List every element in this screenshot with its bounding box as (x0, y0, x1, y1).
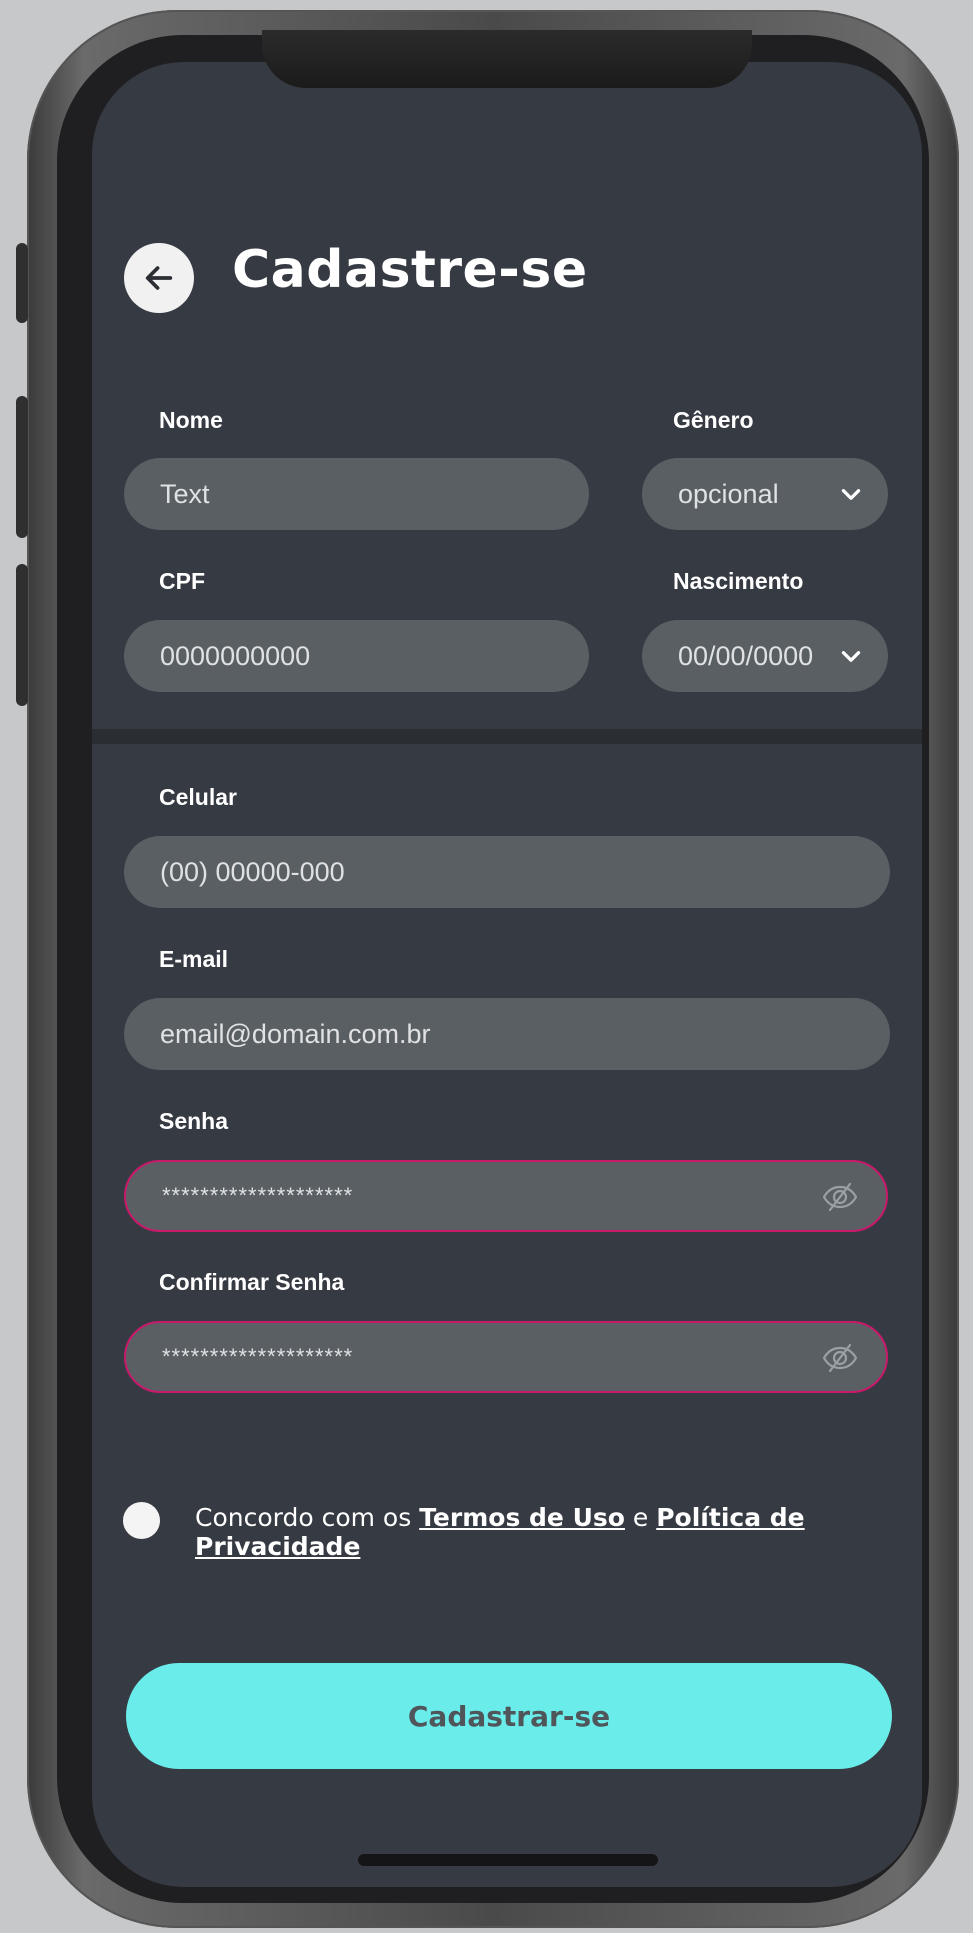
nascimento-select[interactable]: 00/00/0000 (642, 620, 888, 692)
celular-input[interactable]: (00) 00000-000 (124, 836, 890, 908)
volume-down-button (16, 564, 28, 706)
chevron-down-icon (841, 489, 861, 500)
section-divider (92, 729, 922, 744)
nascimento-value: 00/00/0000 (678, 640, 814, 671)
volume-up-button (16, 396, 28, 538)
cpf-value: 0000000000 (160, 640, 311, 671)
senha-value: ******************** (162, 1183, 354, 1208)
email-input[interactable]: email@domain.com.br (124, 998, 890, 1070)
genero-label: Gênero (673, 407, 754, 433)
side-button (16, 243, 28, 323)
back-button[interactable] (124, 243, 194, 313)
nome-value: Text (160, 478, 210, 509)
cpf-label: CPF (159, 568, 205, 594)
terms-joiner: e (624, 1503, 657, 1532)
nome-input[interactable]: Text (124, 458, 589, 530)
senha-input[interactable]: ******************** (124, 1160, 888, 1232)
home-indicator (358, 1854, 658, 1866)
genero-select[interactable]: opcional (642, 458, 888, 530)
confirmar-senha-value: ******************** (162, 1344, 354, 1369)
confirmar-senha-label: Confirmar Senha (159, 1269, 345, 1295)
genero-value: opcional (678, 478, 779, 509)
cpf-input[interactable]: 0000000000 (124, 620, 589, 692)
celular-label: Celular (159, 784, 237, 810)
eye-off-icon[interactable] (820, 1180, 860, 1214)
app-screen (92, 62, 922, 1887)
terms-checkbox[interactable] (123, 1502, 160, 1539)
terms-of-use-link[interactable]: Termos de Uso (419, 1503, 625, 1532)
nome-label: Nome (159, 407, 223, 433)
nascimento-label: Nascimento (673, 568, 804, 594)
celular-value: (00) 00000-000 (160, 856, 345, 887)
chevron-down-icon (841, 651, 861, 662)
phone-notch (262, 30, 752, 88)
page-title: Cadastre-se (232, 240, 588, 300)
terms-prefix: Concordo com os (195, 1503, 420, 1532)
submit-button[interactable]: Cadastrar-se (126, 1663, 892, 1769)
senha-label: Senha (159, 1108, 229, 1134)
terms-text: Concordo com os Termos de Uso e Política… (195, 1503, 973, 1561)
email-value: email@domain.com.br (160, 1018, 431, 1049)
eye-off-icon[interactable] (820, 1341, 860, 1375)
confirmar-senha-input[interactable]: ******************** (124, 1321, 888, 1393)
email-label: E-mail (159, 946, 229, 972)
arrow-left-icon (145, 266, 173, 290)
